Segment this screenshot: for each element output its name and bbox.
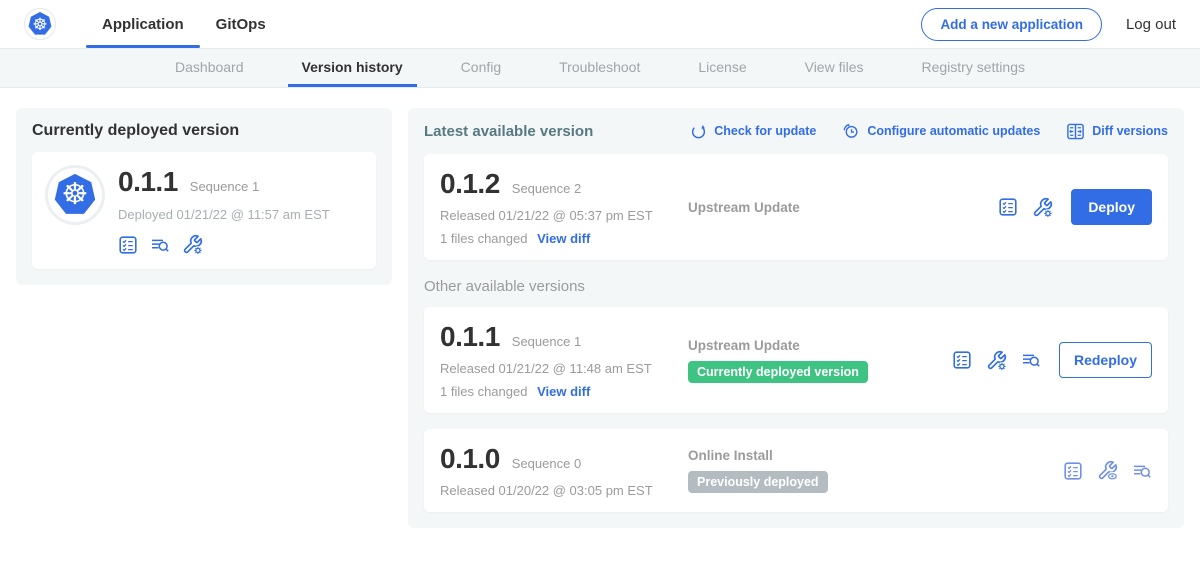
version-card-0-1-2: 0.1.2 Sequence 2 Released 01/21/22 @ 05:… [424,154,1168,260]
configure-automatic-updates-link[interactable]: Configure automatic updates [842,122,1040,140]
tab-gitops[interactable]: GitOps [200,0,282,48]
app-kubernetes-logo: ☸ [48,168,102,222]
edit-config-icon[interactable] [1032,197,1053,218]
configure-automatic-updates-label: Configure automatic updates [867,124,1040,138]
files-changed-label: 1 files changed [440,384,527,399]
currently-deployed-badge: Currently deployed version [688,361,868,383]
diff-icon [1066,122,1085,141]
subnav-troubleshoot[interactable]: Troubleshoot [545,49,654,87]
tab-application[interactable]: Application [86,0,200,48]
subnav-registry-settings[interactable]: Registry settings [908,49,1039,87]
schedule-update-icon [842,122,860,140]
version-source-label: Upstream Update [688,200,800,215]
release-notes-icon[interactable] [1063,461,1083,481]
subnav-license[interactable]: License [684,49,760,87]
tab-application-label: Application [102,16,184,33]
check-for-update-label: Check for update [714,124,816,138]
refresh-icon [690,123,707,140]
deployed-sequence-label: Sequence 1 [190,179,259,194]
redeploy-button[interactable]: Redeploy [1059,342,1152,378]
diff-versions-link[interactable]: Diff versions [1066,122,1168,141]
version-source-label: Online Install [688,448,773,463]
subnav-config[interactable]: Config [447,49,515,87]
deployed-timestamp: Deployed 01/21/22 @ 11:57 am EST [118,207,330,222]
currently-deployed-title: Currently deployed version [32,122,376,140]
version-number: 0.1.2 [440,168,500,200]
deploy-button[interactable]: Deploy [1071,189,1152,225]
check-for-update-link[interactable]: Check for update [690,123,816,140]
version-card-0-1-1: 0.1.1 Sequence 1 Released 01/21/22 @ 11:… [424,307,1168,413]
add-new-application-button[interactable]: Add a new application [921,8,1102,41]
view-logs-icon[interactable] [150,235,170,255]
subnav-version-history[interactable]: Version history [288,49,417,87]
released-timestamp: Released 01/20/22 @ 03:05 pm EST [440,483,688,498]
release-notes-icon[interactable] [118,235,138,255]
sequence-label: Sequence 0 [512,456,581,471]
diff-versions-label: Diff versions [1092,124,1168,138]
kubernetes-logo: ☸ [24,8,56,40]
deployed-version-number: 0.1.1 [118,166,178,198]
view-logs-icon[interactable] [1132,461,1152,481]
sequence-label: Sequence 2 [512,181,581,196]
top-tabs: Application GitOps [86,0,282,48]
other-available-versions-title: Other available versions [424,278,1168,295]
app-subnav: Dashboard Version history Config Trouble… [0,48,1200,88]
view-diff-link[interactable]: View diff [537,231,590,246]
view-config-icon[interactable] [1097,460,1118,481]
available-versions-panel: Latest available version Check for updat… [408,108,1184,528]
tab-gitops-label: GitOps [216,16,266,33]
currently-deployed-panel: Currently deployed version ☸ 0.1.1 Seque… [16,108,392,285]
edit-config-icon[interactable] [986,350,1007,371]
subnav-view-files[interactable]: View files [791,49,878,87]
version-source-label: Upstream Update [688,338,800,353]
latest-available-title: Latest available version [424,123,593,140]
version-card-0-1-0: 0.1.0 Sequence 0 Released 01/20/22 @ 03:… [424,429,1168,512]
active-tab-underline [86,45,200,48]
app-header: ☸ Application GitOps Add a new applicati… [0,0,1200,48]
sequence-label: Sequence 1 [512,334,581,349]
currently-deployed-card: ☸ 0.1.1 Sequence 1 Deployed 01/21/22 @ 1… [32,152,376,269]
released-timestamp: Released 01/21/22 @ 05:37 pm EST [440,208,688,223]
view-logs-icon[interactable] [1021,350,1041,370]
release-notes-icon[interactable] [952,350,972,370]
subnav-dashboard[interactable]: Dashboard [161,49,258,87]
view-diff-link[interactable]: View diff [537,384,590,399]
edit-config-icon[interactable] [182,234,203,255]
logout-button[interactable]: Log out [1126,16,1176,33]
version-number: 0.1.0 [440,443,500,475]
release-notes-icon[interactable] [998,197,1018,217]
previously-deployed-badge: Previously deployed [688,471,828,493]
files-changed-label: 1 files changed [440,231,527,246]
released-timestamp: Released 01/21/22 @ 11:48 am EST [440,361,688,376]
version-number: 0.1.1 [440,321,500,353]
